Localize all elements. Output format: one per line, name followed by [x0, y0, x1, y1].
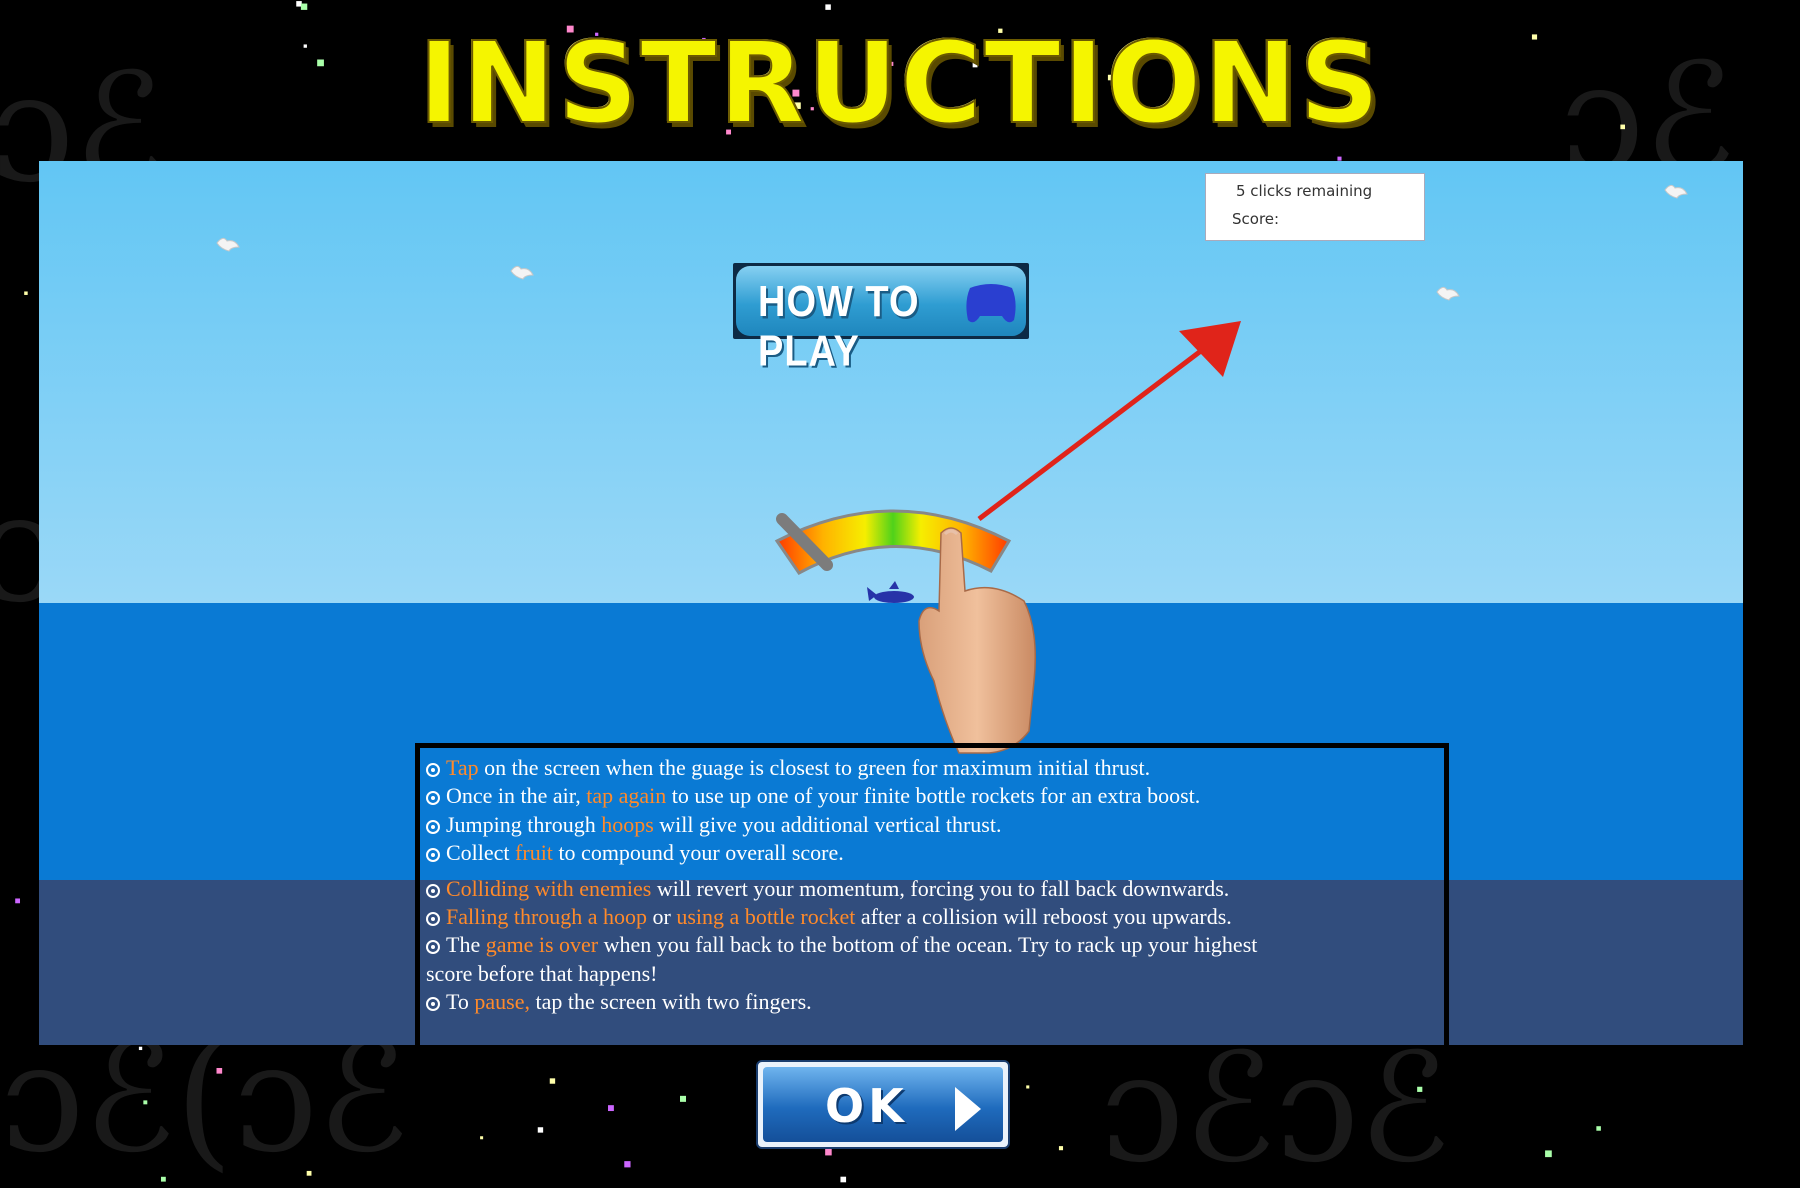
star: [825, 1148, 832, 1156]
star: [825, 4, 831, 10]
instruction-highlight: fruit: [515, 840, 553, 866]
star: [1596, 1126, 1601, 1131]
instruction-text: The: [446, 932, 486, 958]
bird-icon: [216, 237, 240, 252]
radio-bullet-icon: [426, 791, 440, 806]
star: [143, 1100, 148, 1105]
instruction-highlight: pause,: [474, 989, 530, 1015]
instruction-text: to use up one of your finite bottle rock…: [666, 783, 1201, 809]
instruction-highlight: game is over: [485, 932, 599, 958]
game-scene: 5 clicks remaining Score: HOW TO PLAY Ta…: [39, 161, 1743, 1045]
instruction-highlight: using a bottle rocket: [676, 904, 856, 930]
instructions-panel: Tap on the screen when the guage is clos…: [415, 743, 1449, 1045]
instruction-highlight: Colliding with enemies: [446, 875, 652, 901]
instruction-text: on the screen when the guage is closest …: [478, 755, 1151, 780]
star: [24, 291, 28, 295]
instruction-text: when you fall back to the bottom of the …: [598, 932, 1258, 958]
star: [15, 898, 21, 904]
bird-icon: [510, 265, 534, 280]
svg-text:ɔℰɔℰ: ɔℰɔℰ: [1100, 1022, 1450, 1188]
hud-panel: 5 clicks remaining Score:: [1205, 173, 1425, 241]
star: [549, 1078, 556, 1084]
star: [480, 1136, 484, 1140]
star: [138, 1046, 143, 1051]
instruction-item: Colliding with enemies will revert your …: [426, 875, 1426, 903]
instruction-text: Jumping through: [446, 811, 602, 837]
how-to-play-banner: HOW TO PLAY: [733, 263, 1029, 376]
instruction-continuation: score before that happens!: [426, 960, 658, 986]
star: [1026, 1085, 1030, 1089]
instruction-text: will give you additional vertical thrust…: [653, 811, 1002, 837]
radio-bullet-icon: [426, 848, 440, 863]
bird-icon: [1664, 184, 1688, 199]
instruction-highlight: Falling through a hoop: [446, 904, 648, 930]
star: [1417, 1086, 1423, 1092]
instruction-item: Jumping through hoops will give you addi…: [426, 811, 1426, 839]
instruction-item: Falling through a hoop or using a bottle…: [426, 903, 1426, 931]
star: [608, 1105, 614, 1112]
score-label: Score:: [1232, 210, 1280, 228]
star: [1058, 1146, 1064, 1151]
fish-icon: [867, 581, 914, 603]
instruction-item: Once in the air, tap again to use up one…: [426, 782, 1426, 810]
play-arrow-icon: [955, 1087, 981, 1131]
star: [624, 1161, 631, 1168]
star: [306, 1170, 312, 1176]
star: [680, 1095, 687, 1102]
instruction-highlight: tap again: [586, 783, 667, 809]
instruction-item: Collect fruit to compound your overall s…: [426, 839, 1426, 867]
instruction-text: Once in the air,: [446, 783, 587, 809]
star: [1545, 1150, 1552, 1158]
instructions-title: INSTRUCTIONS: [417, 19, 1382, 149]
instruction-text: will revert your momentum, forcing you t…: [651, 875, 1230, 901]
instruction-text: after a collision will reboost you upwar…: [855, 904, 1232, 930]
gauge-icon: [774, 509, 1012, 575]
radio-bullet-icon: [426, 819, 440, 834]
radio-bullet-icon: [426, 997, 440, 1012]
instruction-text: Collect: [446, 840, 516, 866]
bird-icon: [1436, 286, 1460, 301]
list-gap: [426, 868, 1426, 875]
instruction-item: To pause, tap the screen with two finger…: [426, 988, 1426, 1016]
clicks-remaining: 5 clicks remaining: [1236, 182, 1373, 200]
star: [216, 1067, 223, 1074]
instruction-text: or: [647, 904, 677, 930]
radio-bullet-icon: [426, 763, 440, 777]
radio-bullet-icon: [426, 940, 440, 955]
instruction-highlight: hoops: [601, 811, 654, 837]
star: [300, 3, 308, 10]
radio-bullet-icon: [426, 883, 440, 898]
instruction-highlight: Tap: [446, 755, 479, 780]
instruction-text: To: [446, 989, 475, 1015]
ok-button[interactable]: OK: [756, 1060, 1010, 1149]
instruction-item: Tap on the screen when the guage is clos…: [426, 754, 1426, 782]
instruction-text: to compound your overall score.: [552, 840, 844, 866]
star: [160, 1176, 166, 1182]
ok-label: OK: [825, 1079, 908, 1133]
instruction-text: tap the screen with two fingers.: [530, 989, 812, 1015]
star: [537, 1127, 544, 1133]
radio-bullet-icon: [426, 912, 440, 927]
star: [840, 1176, 847, 1183]
instruction-item: The game is over when you fall back to t…: [426, 931, 1426, 959]
gamepad-icon: [966, 284, 1016, 323]
instructions-list: Tap on the screen when the guage is clos…: [426, 754, 1426, 1017]
